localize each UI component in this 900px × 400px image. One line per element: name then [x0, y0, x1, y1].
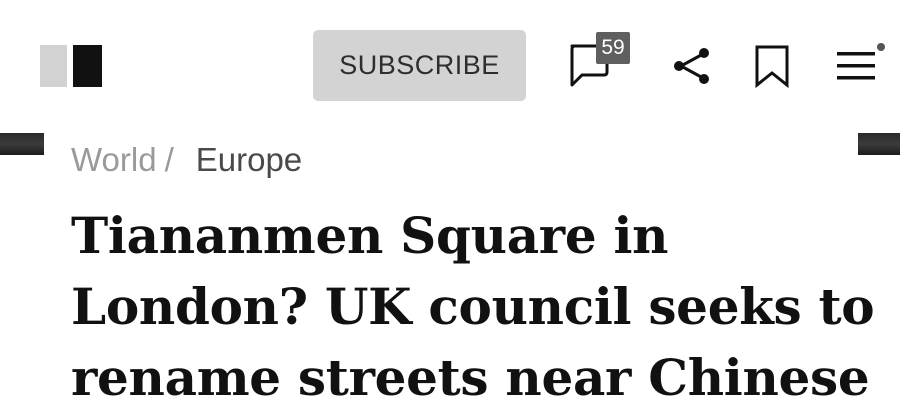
- headline-line: Tiananmen Square in: [71, 206, 669, 265]
- breadcrumb: World / Europe: [71, 135, 302, 185]
- edge-image-fragment-left: [0, 133, 44, 155]
- breadcrumb-separator: /: [164, 141, 174, 178]
- share-icon[interactable]: [671, 46, 713, 86]
- logo-right-bar: [73, 45, 102, 87]
- breadcrumb-europe-link[interactable]: Europe: [196, 141, 302, 179]
- subscribe-button[interactable]: SUBSCRIBE: [313, 30, 526, 101]
- article-page: SUBSCRIBE 59 World / Europe Tiananmen Sq…: [0, 0, 900, 400]
- breadcrumb-world-link[interactable]: World: [71, 141, 157, 179]
- bookmark-icon[interactable]: [752, 44, 792, 89]
- logo-left-bar: [40, 45, 67, 87]
- headline-line: rename streets near Chinese: [71, 348, 870, 400]
- comment-count-badge: 59: [596, 32, 630, 64]
- headline-line: London? UK council seeks to: [71, 277, 875, 336]
- logo-icon[interactable]: [40, 45, 102, 87]
- article-headline: Tiananmen Square in London? UK council s…: [71, 200, 875, 400]
- menu-icon[interactable]: [833, 42, 889, 86]
- edge-image-fragment-right: [858, 133, 900, 155]
- comments-button[interactable]: 59: [566, 32, 636, 92]
